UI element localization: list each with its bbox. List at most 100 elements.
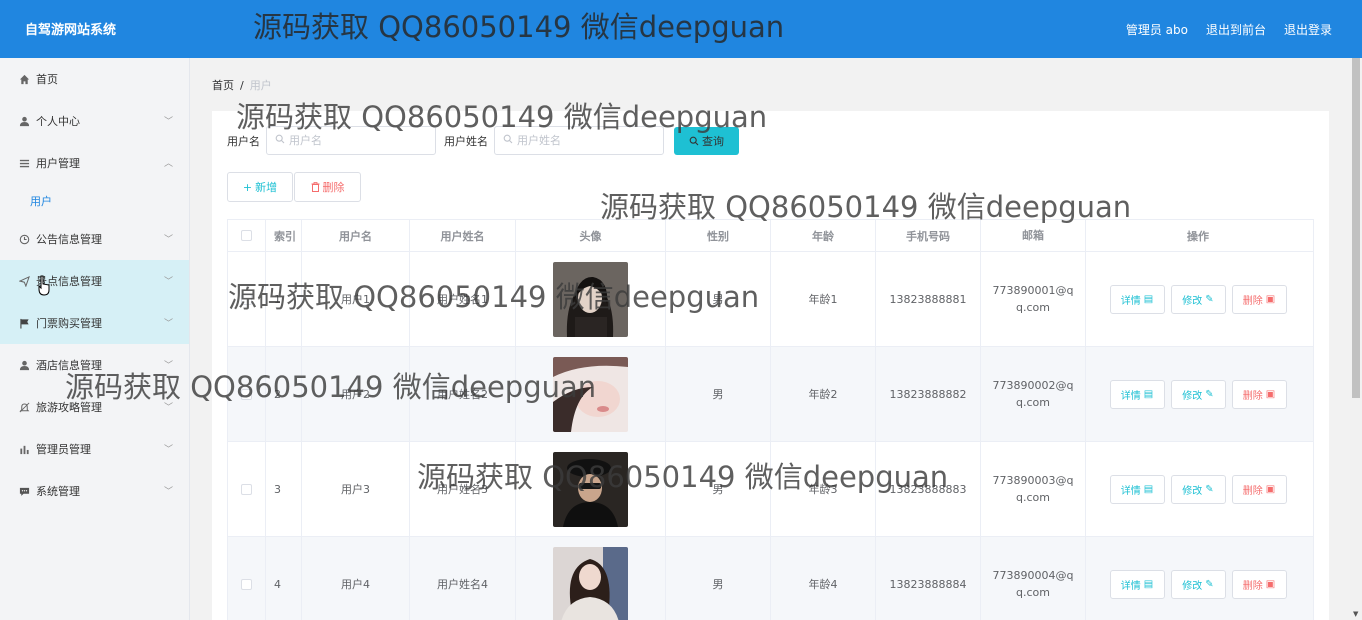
sidebar-item-label: 首页 xyxy=(36,73,58,86)
sidebar-item-label: 系统管理 xyxy=(36,485,80,498)
top-header: 自驾游网站系统 管理员 abo 退出到前台 退出登录 xyxy=(0,0,1362,58)
cell-age: 年龄3 xyxy=(771,442,876,536)
trash-icon: ▣ xyxy=(1265,388,1276,400)
query-button[interactable]: 查询 xyxy=(674,126,739,155)
edit-button[interactable]: 修改 ✎ xyxy=(1170,379,1226,409)
cell-email: 773890004@qq.com xyxy=(981,537,1086,620)
chevron-down-icon: ﹀ xyxy=(163,319,173,329)
row-checkbox-cell xyxy=(228,537,266,620)
delete-button[interactable]: 删除 ▣ xyxy=(1231,379,1287,409)
batch-delete-button[interactable]: 删除 xyxy=(294,172,361,202)
brand-title: 自驾游网站系统 xyxy=(25,23,117,38)
sidebar-item-user-management[interactable]: 用户管理 ︿ xyxy=(0,142,189,184)
edit-label: 修改 xyxy=(1182,390,1203,402)
scrollbar-thumb[interactable] xyxy=(1352,58,1360,398)
cell-actions: 详情 ▤ 修改 ✎ 删除 ▣ xyxy=(1086,252,1310,346)
select-all-checkbox[interactable] xyxy=(241,230,252,241)
cell-index: 2 xyxy=(266,347,302,441)
detail-button[interactable]: 详情 ▤ xyxy=(1109,379,1165,409)
cell-email: 773890003@qq.com xyxy=(981,442,1086,536)
delete-button[interactable]: 删除 ▣ xyxy=(1231,474,1287,504)
avatar xyxy=(553,356,628,432)
cell-phone: 13823888884 xyxy=(876,537,981,620)
delete-label: 删除 xyxy=(1242,580,1263,592)
table-row: 1 用户1 用户姓名1 男 年龄1 13823888881 773890001@… xyxy=(228,252,1313,347)
users-table: 索引 用户名 用户姓名 头像 性别 年龄 手机号码 邮箱 操作 1 用户1 用户… xyxy=(227,219,1314,620)
scroll-down-icon[interactable]: ▼ xyxy=(1353,610,1358,618)
chevron-down-icon: ﹀ xyxy=(163,361,173,371)
send-icon xyxy=(18,275,30,287)
cell-phone: 13823888883 xyxy=(876,442,981,536)
sidebar-item-attractions[interactable]: 景点信息管理 ﹀ xyxy=(0,260,189,302)
cell-username: 用户4 xyxy=(302,537,410,620)
cell-username: 用户1 xyxy=(302,252,410,346)
edit-label: 修改 xyxy=(1182,485,1203,497)
sidebar-item-hotels[interactable]: 酒店信息管理 ﹀ xyxy=(0,344,189,386)
detail-button[interactable]: 详情 ▤ xyxy=(1109,474,1165,504)
delete-button[interactable]: 删除 ▣ xyxy=(1231,284,1287,314)
trash-icon: ▣ xyxy=(1265,483,1276,495)
trash-icon xyxy=(311,182,320,192)
chevron-down-icon: ﹀ xyxy=(163,403,173,413)
pencil-icon: ✎ xyxy=(1205,578,1214,590)
logout-link[interactable]: 退出登录 xyxy=(1284,21,1332,38)
sidebar-item-guides[interactable]: 旅游攻略管理 ﹀ xyxy=(0,386,189,428)
row-checkbox[interactable] xyxy=(241,483,252,495)
sidebar-item-notices[interactable]: 公告信息管理 ﹀ xyxy=(0,218,189,260)
row-checkbox[interactable] xyxy=(241,578,252,590)
header-gender: 性别 xyxy=(666,220,771,251)
sidebar-item-home[interactable]: 首页 xyxy=(0,58,189,100)
home-icon xyxy=(18,73,30,85)
username-search-input[interactable] xyxy=(289,134,429,147)
row-checkbox[interactable] xyxy=(241,293,252,305)
name-label: 用户姓名 xyxy=(444,134,488,148)
row-checkbox[interactable] xyxy=(241,388,252,400)
username-input-wrapper xyxy=(266,126,436,155)
edit-button[interactable]: 修改 ✎ xyxy=(1170,569,1226,599)
sidebar-subitem-users[interactable]: 用户 xyxy=(0,184,189,218)
delete-label: 删除 xyxy=(1242,390,1263,402)
cell-avatar xyxy=(516,347,666,441)
trash-icon: ▣ xyxy=(1265,293,1276,305)
delete-button[interactable]: 删除 ▣ xyxy=(1231,569,1287,599)
detail-label: 详情 xyxy=(1120,390,1141,402)
sidebar-item-label: 旅游攻略管理 xyxy=(36,401,102,414)
add-button[interactable]: + 新增 xyxy=(227,172,293,202)
search-bar: 用户名 用户姓名 查询 xyxy=(227,126,739,155)
header-links: 管理员 abo 退出到前台 退出登录 xyxy=(1126,21,1332,38)
table-row: 3 用户3 用户姓名3 男 年龄3 13823888883 773890003@… xyxy=(228,442,1313,537)
sidebar-item-tickets[interactable]: 门票购买管理 ﹀ xyxy=(0,302,189,344)
admin-user-link[interactable]: 管理员 abo xyxy=(1126,21,1188,38)
chevron-down-icon: ﹀ xyxy=(163,117,173,127)
document-icon: ▤ xyxy=(1143,388,1154,400)
chevron-down-icon: ﹀ xyxy=(163,235,173,245)
back-to-frontend-link[interactable]: 退出到前台 xyxy=(1206,21,1266,38)
cell-actions: 详情 ▤ 修改 ✎ 删除 ▣ xyxy=(1086,442,1310,536)
chevron-down-icon: ﹀ xyxy=(163,487,173,497)
edit-button[interactable]: 修改 ✎ xyxy=(1170,474,1226,504)
table-header-row: 索引 用户名 用户姓名 头像 性别 年龄 手机号码 邮箱 操作 xyxy=(228,220,1313,252)
cell-gender: 男 xyxy=(666,252,771,346)
detail-button[interactable]: 详情 ▤ xyxy=(1109,284,1165,314)
header-phone: 手机号码 xyxy=(876,220,981,251)
sidebar-item-label: 酒店信息管理 xyxy=(36,359,102,372)
sidebar-item-label: 管理员管理 xyxy=(36,443,91,456)
edit-button[interactable]: 修改 ✎ xyxy=(1170,284,1226,314)
user-icon xyxy=(18,115,30,127)
sidebar-item-admins[interactable]: 管理员管理 ﹀ xyxy=(0,428,189,470)
page-scrollbar[interactable]: ▲ ▼ xyxy=(1350,58,1362,620)
sidebar-item-label: 用户管理 xyxy=(36,157,80,170)
header-username: 用户名 xyxy=(302,220,410,251)
detail-button[interactable]: 详情 ▤ xyxy=(1109,569,1165,599)
sidebar-item-system[interactable]: 系统管理 ﹀ xyxy=(0,470,189,512)
cell-name: 用户姓名4 xyxy=(410,537,516,620)
sidebar-item-profile[interactable]: 个人中心 ﹀ xyxy=(0,100,189,142)
breadcrumb-home[interactable]: 首页 xyxy=(212,79,234,92)
cell-index: 3 xyxy=(266,442,302,536)
name-search-input[interactable] xyxy=(517,134,657,147)
document-icon: ▤ xyxy=(1143,578,1154,590)
avatar xyxy=(553,546,628,620)
header-avatar: 头像 xyxy=(516,220,666,251)
row-checkbox-cell xyxy=(228,442,266,536)
table-row: 2 用户2 用户姓名2 男 年龄2 13823888882 773890002@… xyxy=(228,347,1313,442)
